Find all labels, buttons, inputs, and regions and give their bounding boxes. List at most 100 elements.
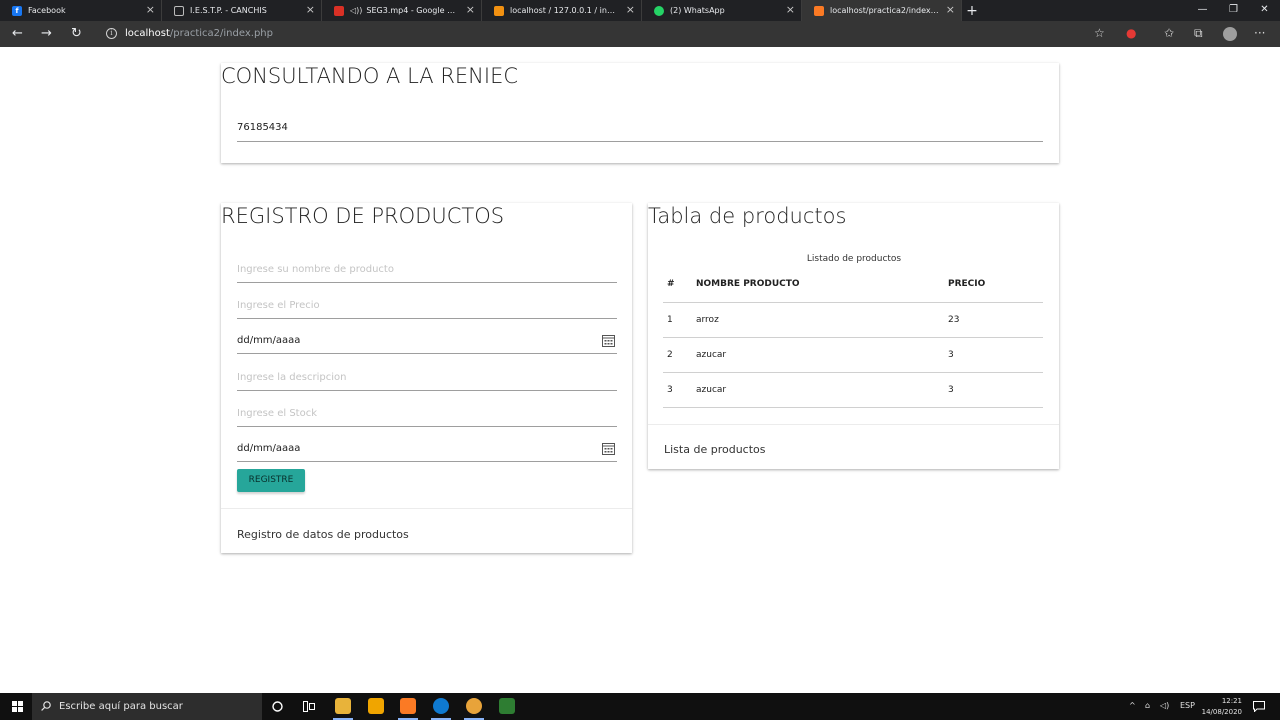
window-controls: — ❐ ✕ bbox=[1187, 0, 1280, 21]
close-icon[interactable]: × bbox=[306, 4, 315, 16]
cortana-icon[interactable] bbox=[272, 701, 283, 712]
close-icon[interactable]: × bbox=[946, 4, 955, 16]
audio-playing-icon[interactable]: ◁)) bbox=[350, 6, 362, 15]
url-field[interactable]: localhost/practica2/index.php bbox=[125, 28, 273, 39]
nombre-producto-input[interactable]: Ingrese su nombre de producto bbox=[237, 263, 617, 283]
header-index: # bbox=[663, 267, 692, 303]
tab-title: (2) WhatsApp bbox=[670, 6, 725, 15]
dni-value: 76185434 bbox=[237, 122, 288, 133]
fecha-value: dd/mm/aaaa bbox=[237, 335, 301, 346]
video-file-icon bbox=[334, 5, 344, 16]
phpmyadmin-icon bbox=[494, 5, 504, 16]
tab-whatsapp[interactable]: (2) WhatsApp × bbox=[642, 0, 802, 21]
taskbar-clock[interactable]: 12:21 14/08/2020 bbox=[1202, 696, 1242, 718]
network-icon[interactable]: ⌂ bbox=[1145, 701, 1150, 710]
facebook-icon: f bbox=[12, 5, 22, 16]
close-icon[interactable]: × bbox=[626, 4, 635, 16]
forward-icon[interactable]: → bbox=[41, 26, 52, 41]
more-menu-icon[interactable]: ··· bbox=[1254, 26, 1265, 41]
notifications-icon[interactable] bbox=[1253, 701, 1265, 712]
registro-card-action: Registro de datos de productos bbox=[221, 508, 632, 553]
reniec-card: CONSULTANDO A LA RENIEC 76185434 bbox=[221, 63, 1059, 163]
sublime-text-icon[interactable] bbox=[368, 698, 384, 714]
new-tab-button[interactable]: + bbox=[962, 0, 982, 21]
calendar-icon[interactable] bbox=[602, 334, 615, 347]
refresh-icon[interactable]: ↻ bbox=[71, 26, 82, 41]
clock-date: 14/08/2020 bbox=[1201, 708, 1242, 716]
language-indicator[interactable]: ESP bbox=[1180, 701, 1195, 710]
precio-input[interactable]: Ingrese el Precio bbox=[237, 299, 617, 319]
tabla-title: Tabla de productos bbox=[648, 204, 847, 228]
tab-title: SEG3.mp4 - Google Drive bbox=[366, 6, 459, 15]
header-nombre: NOMBRE PRODUCTO bbox=[692, 267, 944, 303]
app-icon[interactable] bbox=[499, 698, 515, 714]
url-host: localhost bbox=[125, 28, 170, 39]
search-placeholder: Escribe aquí para buscar bbox=[59, 701, 183, 712]
close-icon[interactable]: × bbox=[466, 4, 475, 16]
fecha-input-2[interactable]: dd/mm/aaaa bbox=[237, 442, 617, 462]
table-row: 3 azucar 3 bbox=[663, 372, 1043, 408]
windows-start-icon[interactable] bbox=[12, 701, 23, 712]
profile-avatar-icon[interactable] bbox=[1223, 27, 1237, 41]
address-bar: ← → ↻ i localhost/practica2/index.php ☆ … bbox=[0, 21, 1280, 47]
table-row: 2 azucar 3 bbox=[663, 337, 1043, 373]
whatsapp-icon bbox=[654, 5, 664, 16]
registro-title: REGISTRO DE PRODUCTOS bbox=[221, 204, 505, 228]
site-info-icon[interactable]: i bbox=[106, 28, 117, 39]
browser-tab-bar: f Facebook × I.E.S.T.P. - CANCHIS × ◁)) … bbox=[0, 0, 1280, 21]
tab-title: I.E.S.T.P. - CANCHIS bbox=[190, 6, 267, 15]
tab-title: localhost / 127.0.0.1 / insane | ph bbox=[510, 6, 619, 15]
favorite-star-icon[interactable]: ☆ bbox=[1094, 26, 1105, 41]
xampp-icon[interactable] bbox=[400, 698, 416, 714]
table-header-row: # NOMBRE PRODUCTO PRECIO bbox=[663, 267, 1043, 303]
cell-nombre: azucar bbox=[692, 372, 944, 408]
tab-iestp[interactable]: I.E.S.T.P. - CANCHIS × bbox=[162, 0, 322, 21]
reniec-title: CONSULTANDO A LA RENIEC bbox=[221, 64, 519, 88]
tabla-card: Tabla de productos Listado de productos … bbox=[648, 203, 1059, 469]
stock-input[interactable]: Ingrese el Stock bbox=[237, 407, 617, 427]
minimize-icon[interactable]: — bbox=[1187, 0, 1218, 21]
volume-icon[interactable]: ◁) bbox=[1160, 701, 1169, 710]
fecha-input-1[interactable]: dd/mm/aaaa bbox=[237, 334, 617, 354]
tabla-footer-text: Lista de productos bbox=[664, 443, 766, 456]
xampp-icon bbox=[814, 5, 824, 16]
clock-time: 12:21 bbox=[1221, 697, 1242, 705]
cell-precio: 3 bbox=[944, 337, 1043, 373]
header-precio: PRECIO bbox=[944, 267, 1043, 303]
file-explorer-icon[interactable] bbox=[335, 698, 351, 714]
fecha-value: dd/mm/aaaa bbox=[237, 443, 301, 454]
nombre-placeholder: Ingrese su nombre de producto bbox=[237, 264, 394, 275]
maximize-icon[interactable]: ❐ bbox=[1218, 0, 1249, 21]
dni-input[interactable]: 76185434 bbox=[237, 120, 1043, 142]
table-caption: Listado de productos bbox=[806, 254, 902, 264]
search-icon bbox=[41, 701, 51, 711]
edge-browser-icon[interactable] bbox=[433, 698, 449, 714]
registro-footer-text: Registro de datos de productos bbox=[237, 528, 409, 541]
close-icon[interactable]: × bbox=[146, 4, 155, 16]
registre-button[interactable]: REGISTRE bbox=[237, 469, 305, 492]
tab-title: localhost/practica2/index.php bbox=[830, 6, 939, 15]
cell-index: 3 bbox=[663, 372, 692, 408]
tab-google-drive[interactable]: ◁)) SEG3.mp4 - Google Drive × bbox=[322, 0, 482, 21]
table-row: 1 arroz 23 bbox=[663, 302, 1043, 338]
tab-phpmyadmin[interactable]: localhost / 127.0.0.1 / insane | ph × bbox=[482, 0, 642, 21]
taskbar-search-box[interactable]: Escribe aquí para buscar bbox=[32, 693, 262, 720]
tab-localhost-practica2[interactable]: localhost/practica2/index.php × bbox=[802, 0, 962, 21]
calendar-icon[interactable] bbox=[602, 442, 615, 455]
tray-chevron-icon[interactable]: ^ bbox=[1129, 701, 1136, 710]
descripcion-placeholder: Ingrese la descripcion bbox=[237, 372, 347, 383]
tab-facebook[interactable]: f Facebook × bbox=[0, 0, 162, 21]
precio-placeholder: Ingrese el Precio bbox=[237, 300, 320, 311]
extension-icon[interactable]: ● bbox=[1126, 26, 1136, 41]
products-table: # NOMBRE PRODUCTO PRECIO 1 arroz 23 2 az… bbox=[663, 267, 1043, 408]
descripcion-input[interactable]: Ingrese la descripcion bbox=[237, 371, 617, 391]
cell-nombre: azucar bbox=[692, 337, 944, 373]
back-icon[interactable]: ← bbox=[12, 26, 23, 41]
favorites-icon[interactable]: ✩ bbox=[1164, 26, 1174, 41]
close-window-icon[interactable]: ✕ bbox=[1249, 0, 1280, 21]
close-icon[interactable]: × bbox=[786, 4, 795, 16]
task-view-icon[interactable] bbox=[303, 701, 315, 712]
cell-index: 2 bbox=[663, 337, 692, 373]
app-icon[interactable] bbox=[466, 698, 482, 714]
collections-icon[interactable]: ⧉ bbox=[1194, 26, 1203, 41]
